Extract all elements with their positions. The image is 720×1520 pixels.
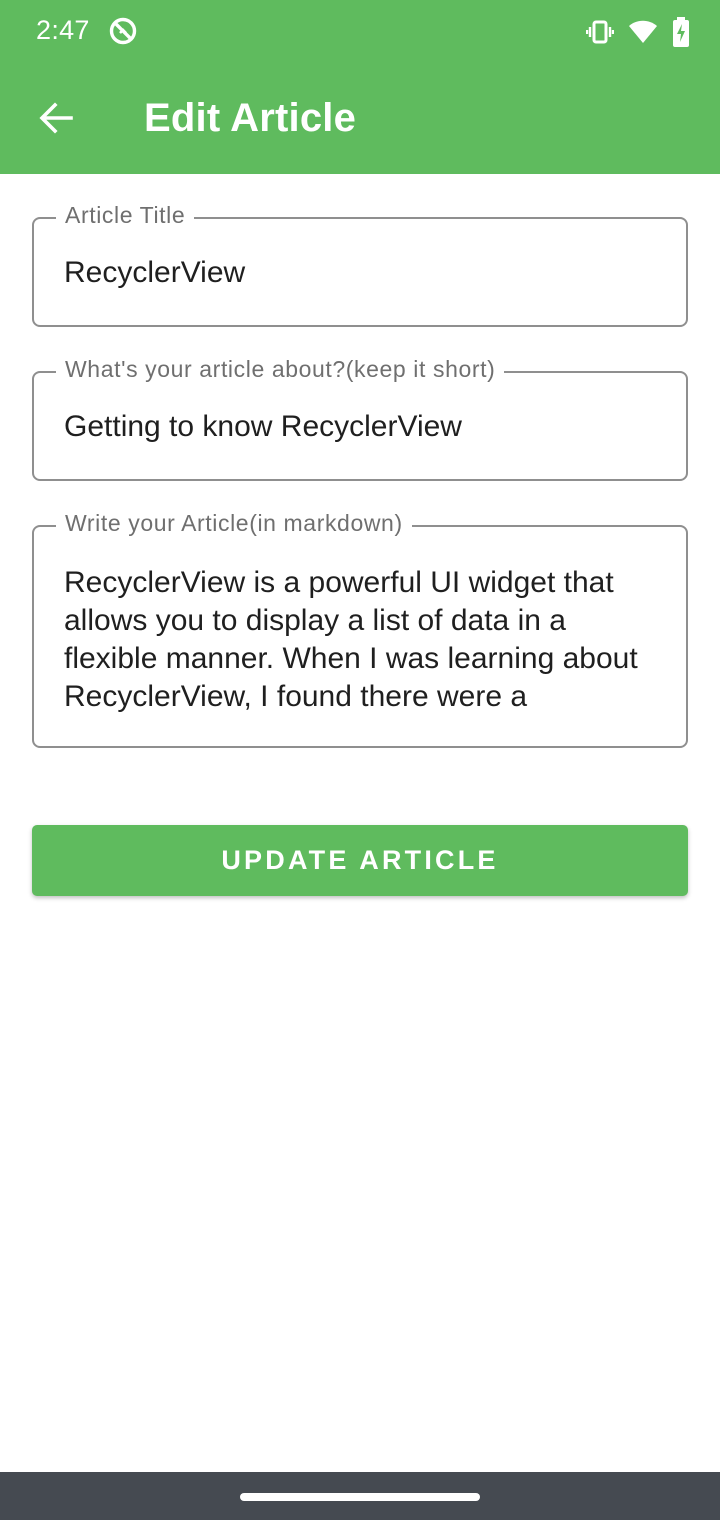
- battery-charging-icon: [672, 17, 690, 47]
- article-about-field[interactable]: What's your article about?(keep it short…: [32, 356, 688, 481]
- home-gesture-handle[interactable]: [240, 1493, 480, 1501]
- arrow-back-icon: [38, 100, 74, 141]
- status-time: 2:47: [36, 15, 90, 45]
- article-body-input[interactable]: RecyclerView is a powerful UI widget tha…: [64, 564, 660, 716]
- article-title-field[interactable]: Article Title RecyclerView: [32, 202, 688, 327]
- article-about-input[interactable]: Getting to know RecyclerView: [64, 408, 660, 446]
- article-body-label: Write your Article(in markdown): [56, 510, 412, 537]
- article-about-label: What's your article about?(keep it short…: [56, 356, 505, 383]
- vibrate-icon: [586, 18, 614, 46]
- edit-article-screen: 2:47 Edit Article Article Title Recycler…: [0, 0, 720, 1520]
- app-bar: Edit Article: [0, 64, 720, 174]
- article-title-label: Article Title: [56, 202, 195, 229]
- page-title: Edit Article: [144, 96, 357, 140]
- update-article-button[interactable]: UPDATE ARTICLE: [32, 825, 688, 896]
- debug-icon: [108, 16, 138, 46]
- back-button[interactable]: [28, 92, 84, 148]
- navigation-bar: [0, 1472, 720, 1520]
- status-bar: 2:47: [0, 0, 720, 64]
- article-title-input[interactable]: RecyclerView: [64, 254, 660, 292]
- wifi-icon: [628, 19, 658, 45]
- status-icons: [586, 16, 690, 48]
- article-body-field[interactable]: Write your Article(in markdown) Recycler…: [32, 510, 688, 748]
